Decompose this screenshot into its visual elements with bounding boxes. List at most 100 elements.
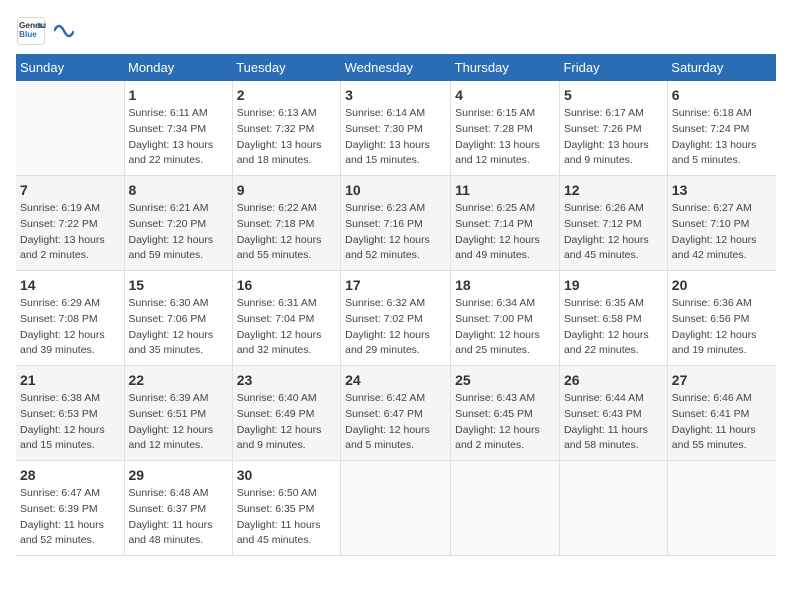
day-info: Sunrise: 6:11 AMSunset: 7:34 PMDaylight:… bbox=[129, 106, 228, 169]
calendar-cell bbox=[559, 461, 667, 556]
day-info: Sunrise: 6:25 AMSunset: 7:14 PMDaylight:… bbox=[455, 201, 555, 264]
day-info: Sunrise: 6:15 AMSunset: 7:28 PMDaylight:… bbox=[455, 106, 555, 169]
day-number: 3 bbox=[345, 87, 446, 103]
day-number: 21 bbox=[20, 372, 120, 388]
day-info: Sunrise: 6:26 AMSunset: 7:12 PMDaylight:… bbox=[564, 201, 663, 264]
day-number: 11 bbox=[455, 182, 555, 198]
calendar-cell: 26 Sunrise: 6:44 AMSunset: 6:43 PMDayligh… bbox=[559, 366, 667, 461]
calendar-table: SundayMondayTuesdayWednesdayThursdayFrid… bbox=[16, 54, 776, 556]
calendar-cell: 24 Sunrise: 6:42 AMSunset: 6:47 PMDayligh… bbox=[341, 366, 451, 461]
day-info: Sunrise: 6:22 AMSunset: 7:18 PMDaylight:… bbox=[237, 201, 336, 264]
calendar-cell: 1 Sunrise: 6:11 AMSunset: 7:34 PMDaylight… bbox=[124, 81, 232, 176]
page-header: General Blue bbox=[16, 16, 776, 46]
calendar-cell: 8 Sunrise: 6:21 AMSunset: 7:20 PMDaylight… bbox=[124, 176, 232, 271]
day-number: 26 bbox=[564, 372, 663, 388]
day-number: 24 bbox=[345, 372, 446, 388]
calendar-cell: 14 Sunrise: 6:29 AMSunset: 7:08 PMDayligh… bbox=[16, 271, 124, 366]
day-number: 8 bbox=[129, 182, 228, 198]
day-number: 27 bbox=[672, 372, 772, 388]
day-number: 25 bbox=[455, 372, 555, 388]
day-info: Sunrise: 6:35 AMSunset: 6:58 PMDaylight:… bbox=[564, 296, 663, 359]
calendar-body: 1 Sunrise: 6:11 AMSunset: 7:34 PMDaylight… bbox=[16, 81, 776, 556]
calendar-cell: 12 Sunrise: 6:26 AMSunset: 7:12 PMDayligh… bbox=[559, 176, 667, 271]
day-number: 19 bbox=[564, 277, 663, 293]
calendar-cell: 5 Sunrise: 6:17 AMSunset: 7:26 PMDaylight… bbox=[559, 81, 667, 176]
day-number: 28 bbox=[20, 467, 120, 483]
day-info: Sunrise: 6:48 AMSunset: 6:37 PMDaylight:… bbox=[129, 486, 228, 549]
day-info: Sunrise: 6:39 AMSunset: 6:51 PMDaylight:… bbox=[129, 391, 228, 454]
day-number: 15 bbox=[129, 277, 228, 293]
logo-icon: General Blue bbox=[16, 16, 46, 46]
header-cell-wednesday: Wednesday bbox=[341, 54, 451, 81]
day-info: Sunrise: 6:50 AMSunset: 6:35 PMDaylight:… bbox=[237, 486, 336, 549]
header-cell-monday: Monday bbox=[124, 54, 232, 81]
day-info: Sunrise: 6:17 AMSunset: 7:26 PMDaylight:… bbox=[564, 106, 663, 169]
day-number: 17 bbox=[345, 277, 446, 293]
calendar-cell: 2Sunrise: 6:13 AMSunset: 7:32 PMDaylight… bbox=[232, 81, 340, 176]
week-row-5: 28Sunrise: 6:47 AMSunset: 6:39 PMDayligh… bbox=[16, 461, 776, 556]
calendar-cell: 16 Sunrise: 6:31 AMSunset: 7:04 PMDayligh… bbox=[232, 271, 340, 366]
day-number: 12 bbox=[564, 182, 663, 198]
day-info: Sunrise: 6:14 AMSunset: 7:30 PMDaylight:… bbox=[345, 106, 446, 169]
day-number: 16 bbox=[237, 277, 336, 293]
week-row-4: 21 Sunrise: 6:38 AMSunset: 6:53 PMDayligh… bbox=[16, 366, 776, 461]
day-number: 29 bbox=[129, 467, 228, 483]
calendar-cell: 25 Sunrise: 6:43 AMSunset: 6:45 PMDayligh… bbox=[451, 366, 560, 461]
calendar-cell: 22 Sunrise: 6:39 AMSunset: 6:51 PMDayligh… bbox=[124, 366, 232, 461]
calendar-header: SundayMondayTuesdayWednesdayThursdayFrid… bbox=[16, 54, 776, 81]
day-info: Sunrise: 6:18 AMSunset: 7:24 PMDaylight:… bbox=[672, 106, 772, 169]
calendar-cell: 29 Sunrise: 6:48 AMSunset: 6:37 PMDayligh… bbox=[124, 461, 232, 556]
day-info: Sunrise: 6:38 AMSunset: 6:53 PMDaylight:… bbox=[20, 391, 120, 454]
day-info: Sunrise: 6:43 AMSunset: 6:45 PMDaylight:… bbox=[455, 391, 555, 454]
calendar-cell: 11 Sunrise: 6:25 AMSunset: 7:14 PMDayligh… bbox=[451, 176, 560, 271]
calendar-cell bbox=[341, 461, 451, 556]
logo-wave-icon bbox=[54, 16, 74, 46]
day-info: Sunrise: 6:21 AMSunset: 7:20 PMDaylight:… bbox=[129, 201, 228, 264]
day-number: 9 bbox=[237, 182, 336, 198]
day-number: 18 bbox=[455, 277, 555, 293]
day-number: 4 bbox=[455, 87, 555, 103]
day-info: Sunrise: 6:42 AMSunset: 6:47 PMDaylight:… bbox=[345, 391, 446, 454]
day-number: 1 bbox=[129, 87, 228, 103]
calendar-cell: 7 Sunrise: 6:19 AMSunset: 7:22 PMDaylight… bbox=[16, 176, 124, 271]
week-row-1: 1 Sunrise: 6:11 AMSunset: 7:34 PMDaylight… bbox=[16, 81, 776, 176]
calendar-cell: 23Sunrise: 6:40 AMSunset: 6:49 PMDayligh… bbox=[232, 366, 340, 461]
week-row-3: 14 Sunrise: 6:29 AMSunset: 7:08 PMDayligh… bbox=[16, 271, 776, 366]
day-info: Sunrise: 6:27 AMSunset: 7:10 PMDaylight:… bbox=[672, 201, 772, 264]
day-info: Sunrise: 6:13 AMSunset: 7:32 PMDaylight:… bbox=[237, 106, 336, 169]
day-number: 20 bbox=[672, 277, 772, 293]
day-number: 22 bbox=[129, 372, 228, 388]
day-info: Sunrise: 6:36 AMSunset: 6:56 PMDaylight:… bbox=[672, 296, 772, 359]
day-number: 7 bbox=[20, 182, 120, 198]
day-info: Sunrise: 6:44 AMSunset: 6:43 PMDaylight:… bbox=[564, 391, 663, 454]
day-info: Sunrise: 6:30 AMSunset: 7:06 PMDaylight:… bbox=[129, 296, 228, 359]
calendar-cell: 21 Sunrise: 6:38 AMSunset: 6:53 PMDayligh… bbox=[16, 366, 124, 461]
header-cell-tuesday: Tuesday bbox=[232, 54, 340, 81]
calendar-cell: 4 Sunrise: 6:15 AMSunset: 7:28 PMDaylight… bbox=[451, 81, 560, 176]
calendar-cell bbox=[16, 81, 124, 176]
calendar-cell: 15 Sunrise: 6:30 AMSunset: 7:06 PMDayligh… bbox=[124, 271, 232, 366]
day-info: Sunrise: 6:31 AMSunset: 7:04 PMDaylight:… bbox=[237, 296, 336, 359]
calendar-cell: 20 Sunrise: 6:36 AMSunset: 6:56 PMDayligh… bbox=[667, 271, 776, 366]
header-cell-friday: Friday bbox=[559, 54, 667, 81]
day-number: 30 bbox=[237, 467, 336, 483]
calendar-cell: 3 Sunrise: 6:14 AMSunset: 7:30 PMDaylight… bbox=[341, 81, 451, 176]
day-info: Sunrise: 6:29 AMSunset: 7:08 PMDaylight:… bbox=[20, 296, 120, 359]
calendar-cell: 19 Sunrise: 6:35 AMSunset: 6:58 PMDayligh… bbox=[559, 271, 667, 366]
day-number: 5 bbox=[564, 87, 663, 103]
day-number: 13 bbox=[672, 182, 772, 198]
logo: General Blue bbox=[16, 16, 74, 46]
day-info: Sunrise: 6:23 AMSunset: 7:16 PMDaylight:… bbox=[345, 201, 446, 264]
day-info: Sunrise: 6:34 AMSunset: 7:00 PMDaylight:… bbox=[455, 296, 555, 359]
header-cell-sunday: Sunday bbox=[16, 54, 124, 81]
day-info: Sunrise: 6:19 AMSunset: 7:22 PMDaylight:… bbox=[20, 201, 120, 264]
day-info: Sunrise: 6:32 AMSunset: 7:02 PMDaylight:… bbox=[345, 296, 446, 359]
day-number: 14 bbox=[20, 277, 120, 293]
header-cell-thursday: Thursday bbox=[451, 54, 560, 81]
calendar-cell bbox=[667, 461, 776, 556]
calendar-cell: 28Sunrise: 6:47 AMSunset: 6:39 PMDayligh… bbox=[16, 461, 124, 556]
day-info: Sunrise: 6:40 AMSunset: 6:49 PMDaylight:… bbox=[237, 391, 336, 454]
day-number: 10 bbox=[345, 182, 446, 198]
header-cell-saturday: Saturday bbox=[667, 54, 776, 81]
calendar-cell: 10 Sunrise: 6:23 AMSunset: 7:16 PMDayligh… bbox=[341, 176, 451, 271]
